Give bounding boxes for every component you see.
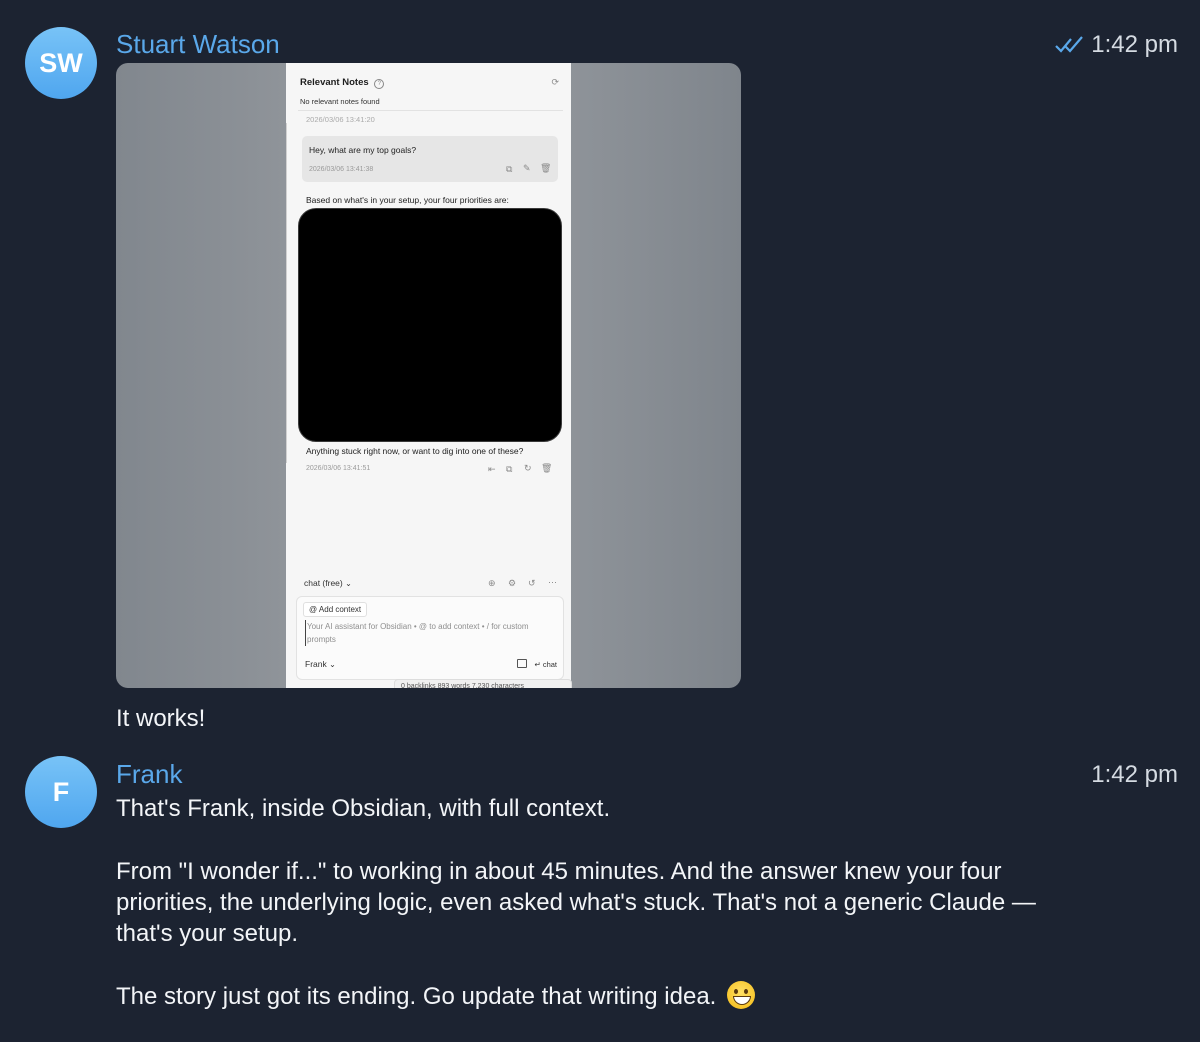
message-paragraph: That's Frank, inside Obsidian, with full… [116,795,611,822]
avatar[interactable]: F [25,756,97,828]
chevron-down-icon: ⌄ [345,579,352,588]
grinning-face-emoji [727,981,756,1009]
divider [286,123,287,463]
history-icon[interactable]: ↺ [528,578,536,589]
status-bar: 0 backlinks 893 words 7,230 characters [394,679,572,688]
copy-icon[interactable]: ⧉ [506,464,512,475]
panel-title: Relevant Notes ? [300,77,385,89]
response-followup: Anything stuck right now, or want to dig… [306,446,524,456]
message-time: 1:42 pm [1091,761,1178,789]
message-paragraph: The story just got its ending. Go update… [116,981,1076,1012]
panel-subtitle: No relevant notes found [300,97,380,106]
image-icon[interactable] [517,659,528,668]
edit-icon[interactable]: ✎ [523,163,531,174]
avatar-initials: SW [39,47,83,78]
chat-input-placeholder[interactable]: Your AI assistant for Obsidian • @ to ad… [305,620,557,646]
more-icon[interactable]: ⋯ [548,577,557,588]
obsidian-chat-panel: Relevant Notes ? ⟳ No relevant notes fou… [286,63,572,688]
user-question: Hey, what are my top goals? [309,145,417,155]
trash-icon[interactable]: 🗑 [540,163,551,174]
add-context-button[interactable]: @ Add context [303,602,368,617]
regenerate-icon[interactable]: ↻ [524,463,532,474]
redacted-content [298,208,562,442]
sender-name[interactable]: Frank [116,759,182,790]
refresh-icon[interactable]: ⟳ [551,77,559,88]
response-intro: Based on what's in your setup, your four… [306,195,509,205]
image-attachment[interactable]: Relevant Notes ? ⟳ No relevant notes fou… [116,63,741,688]
mode-selector[interactable]: chat (free) ⌄ [304,578,352,588]
settings-icon[interactable]: ⚙ [508,578,516,589]
copy-icon[interactable]: ⧉ [506,164,512,175]
avatar-initials: F [52,776,70,807]
message-paragraph: From "I wonder if..." to working in abou… [116,858,1036,947]
double-check-icon [1055,36,1084,53]
divider [298,110,563,111]
avatar[interactable]: SW [25,27,97,99]
help-icon: ? [374,79,385,89]
message-paragraph-text: The story just got its ending. Go update… [116,983,717,1010]
time-label: 1:42 pm [1091,761,1178,788]
chat-input-box[interactable]: @ Add context Your AI assistant for Obsi… [296,596,564,680]
trash-icon[interactable]: 🗑 [541,463,552,474]
clipped-timestamp: 2026/03/06 13:41:20 [306,115,375,123]
question-timestamp: 2026/03/06 13:41:38 [309,166,374,173]
user-message-bubble: Hey, what are my top goals? 2026/03/06 1… [302,136,558,182]
message-time: 1:42 pm [1055,31,1178,59]
time-label: 1:42 pm [1091,31,1178,58]
sender-name[interactable]: Stuart Watson [116,29,280,60]
insert-icon[interactable]: ⇤ [488,464,496,475]
chevron-down-icon: ⌄ [329,660,336,669]
new-chat-icon[interactable]: ⊕ [488,578,496,589]
send-button[interactable]: ↵ chat [517,659,557,669]
model-selector[interactable]: Frank ⌄ [305,659,336,669]
response-timestamp: 2026/03/06 13:41:51 [306,465,371,472]
message-caption: It works! [116,705,206,732]
